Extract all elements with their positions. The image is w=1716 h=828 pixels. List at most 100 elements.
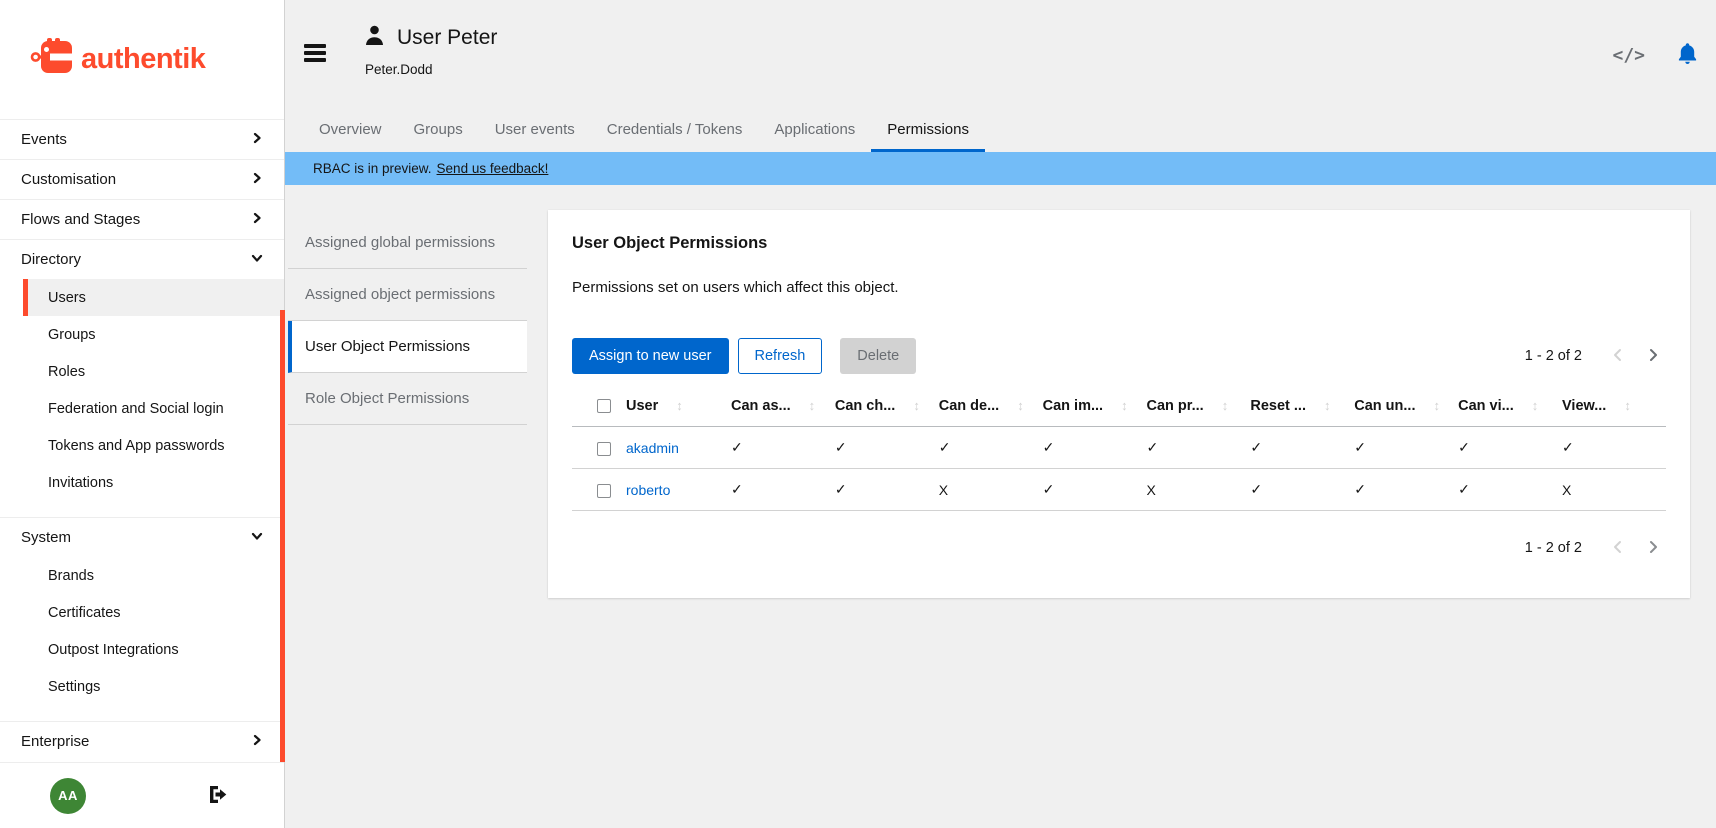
sort-icon[interactable]: ↕ <box>676 398 683 413</box>
sign-out-button[interactable] <box>204 781 232 811</box>
column-label: Can ch... <box>835 398 895 414</box>
tab-applications[interactable]: Applications <box>758 110 871 152</box>
sidebar-item-system[interactable]: System <box>0 517 284 557</box>
sidebar-item-label: Flows and Stages <box>21 211 140 228</box>
column-label: Can vi... <box>1458 398 1514 414</box>
assign-to-new-user-button[interactable]: Assign to new user <box>572 338 729 374</box>
side-tab-role-object-permissions[interactable]: Role Object Permissions <box>288 373 527 425</box>
select-all-checkbox[interactable] <box>597 399 611 413</box>
api-drawer-icon[interactable]: </> <box>1612 45 1645 66</box>
sidebar-item-groups[interactable]: Groups <box>0 316 284 353</box>
tab-label: Permissions <box>887 121 969 138</box>
sidebar-item-label: Directory <box>21 251 81 268</box>
side-tab-assigned-object-permissions[interactable]: Assigned object permissions <box>288 269 527 321</box>
tab-label: User events <box>495 121 575 138</box>
sidebar-item-enterprise[interactable]: Enterprise <box>0 721 284 761</box>
column-header-can-change[interactable]: Can ch... ↕ <box>835 386 939 427</box>
app-root: authentik Events Customisation Flows and… <box>0 0 1716 828</box>
column-header-can-view[interactable]: Can vi... ↕ <box>1458 386 1562 427</box>
tab-credentials-tokens[interactable]: Credentials / Tokens <box>591 110 759 152</box>
chevron-right-icon <box>251 171 263 188</box>
sidebar-item-tokens-and-app-passwords[interactable]: Tokens and App passwords <box>0 427 284 464</box>
sort-icon[interactable]: ↕ <box>1222 398 1229 413</box>
row-checkbox[interactable] <box>597 442 611 456</box>
feedback-link[interactable]: Send us feedback! <box>437 161 549 176</box>
authentik-logo-icon <box>30 37 74 82</box>
tab-label: Groups <box>414 121 463 138</box>
content-area: Assigned global permissions Assigned obj… <box>285 185 1716 828</box>
sidebar-item-flows-and-stages[interactable]: Flows and Stages <box>0 199 284 239</box>
pagination-label: 1 - 2 of 2 <box>1525 540 1582 556</box>
sidebar-item-certificates[interactable]: Certificates <box>0 594 284 631</box>
row-checkbox[interactable] <box>597 484 611 498</box>
sort-icon[interactable]: ↕ <box>1324 398 1331 413</box>
chevron-left-icon <box>1612 540 1623 557</box>
table-row: akadmin ✓ ✓ ✓ ✓ ✓ ✓ ✓ ✓ ✓ <box>572 427 1666 469</box>
column-header-can-preview[interactable]: Can pr...↕ <box>1147 386 1251 427</box>
side-tab-user-object-permissions[interactable]: User Object Permissions <box>288 321 527 373</box>
notifications-button[interactable] <box>1677 42 1698 68</box>
column-label: View... <box>1562 398 1606 414</box>
sort-icon[interactable]: ↕ <box>1532 398 1539 413</box>
bell-icon <box>1677 53 1698 68</box>
pagination-next-button[interactable] <box>1640 535 1666 561</box>
chevron-right-icon <box>1648 348 1659 365</box>
permission-value: ✓ <box>1458 427 1562 469</box>
sidebar-item-label: Enterprise <box>21 733 89 750</box>
refresh-button[interactable]: Refresh <box>738 338 823 374</box>
permission-value: ✓ <box>731 427 835 469</box>
column-header-reset[interactable]: Reset ...↕ <box>1250 386 1354 427</box>
sidebar-item-label: Users <box>48 290 86 306</box>
column-header-can-impersonate[interactable]: Can im...↕ <box>1043 386 1147 427</box>
sidebar-item-invitations[interactable]: Invitations <box>0 464 284 501</box>
permission-tabs: Assigned global permissions Assigned obj… <box>288 217 527 425</box>
sidebar-toggle-button[interactable] <box>304 44 326 65</box>
column-header-can-unassign[interactable]: Can un...↕ <box>1354 386 1458 427</box>
page-subtitle: Peter.Dodd <box>365 62 497 77</box>
sort-icon[interactable]: ↕ <box>913 398 920 413</box>
pagination-prev-button[interactable] <box>1604 343 1630 369</box>
sort-icon[interactable]: ↕ <box>1017 398 1024 413</box>
toolbar: Assign to new user Refresh Delete 1 - 2 … <box>572 338 1666 374</box>
tab-user-events[interactable]: User events <box>479 110 591 152</box>
sidebar-item-brands[interactable]: Brands <box>0 557 284 594</box>
permissions-card: User Object Permissions Permissions set … <box>548 210 1690 598</box>
column-header-view[interactable]: View... ↕ <box>1562 386 1666 427</box>
sidebar-item-settings[interactable]: Settings <box>0 668 284 705</box>
permission-value: ✓ <box>1458 469 1562 511</box>
side-tab-assigned-global-permissions[interactable]: Assigned global permissions <box>288 217 527 269</box>
sidebar-item-label: Events <box>21 131 67 148</box>
sidebar-item-users[interactable]: Users <box>23 279 284 316</box>
sidebar-item-events[interactable]: Events <box>0 119 284 159</box>
user-link[interactable]: akadmin <box>626 440 679 456</box>
sort-icon[interactable]: ↕ <box>1433 398 1440 413</box>
sidebar-item-directory[interactable]: Directory <box>0 239 284 279</box>
column-header-can-assign[interactable]: Can as...↕ <box>731 386 835 427</box>
sidebar-item-outpost-integrations[interactable]: Outpost Integrations <box>0 631 284 668</box>
sidebar-item-customisation[interactable]: Customisation <box>0 159 284 199</box>
app-logo[interactable]: authentik <box>0 0 284 119</box>
sort-icon[interactable]: ↕ <box>809 398 816 413</box>
tab-groups[interactable]: Groups <box>398 110 479 152</box>
pagination-prev-button[interactable] <box>1604 535 1630 561</box>
sidebar-scrollbar-thumb[interactable] <box>280 310 285 762</box>
tab-permissions[interactable]: Permissions <box>871 110 985 152</box>
user-avatar[interactable]: AA <box>50 778 86 814</box>
sidebar-footer: AA <box>0 762 284 828</box>
tab-label: Credentials / Tokens <box>607 121 743 138</box>
chevron-down-icon <box>251 529 263 546</box>
delete-button[interactable]: Delete <box>840 338 916 374</box>
sidebar-item-roles[interactable]: Roles <box>0 353 284 390</box>
sort-icon[interactable]: ↕ <box>1624 398 1631 413</box>
sidebar-item-label: Certificates <box>48 605 121 621</box>
user-link[interactable]: roberto <box>626 482 670 498</box>
pagination-top: 1 - 2 of 2 <box>1525 343 1666 369</box>
sidebar-item-federation-and-social-login[interactable]: Federation and Social login <box>0 390 284 427</box>
tab-overview[interactable]: Overview <box>303 110 398 152</box>
column-header-can-delete[interactable]: Can de...↕ <box>939 386 1043 427</box>
chevron-left-icon <box>1612 348 1623 365</box>
side-tab-label: Role Object Permissions <box>305 390 469 407</box>
column-header-user[interactable]: User↕ <box>626 386 731 427</box>
sort-icon[interactable]: ↕ <box>1121 398 1128 413</box>
pagination-next-button[interactable] <box>1640 343 1666 369</box>
